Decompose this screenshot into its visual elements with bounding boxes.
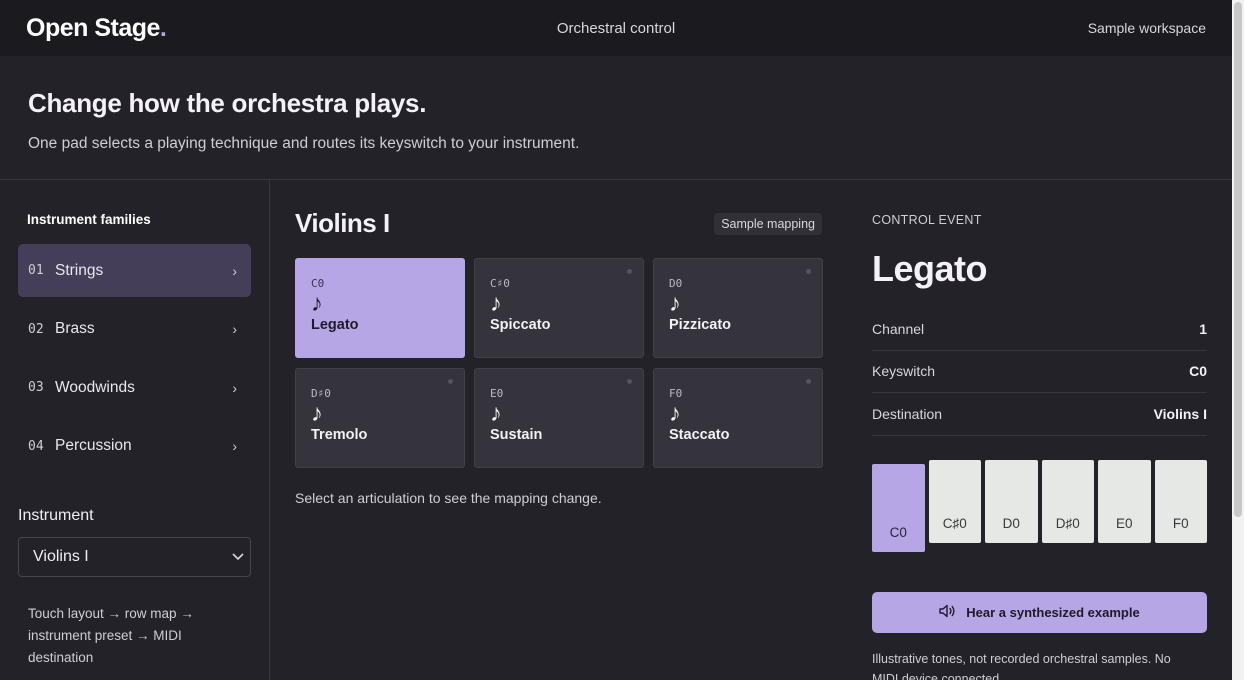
- pad-label: Spiccato: [490, 317, 551, 333]
- page-subtitle: One pad selects a playing technique and …: [28, 135, 580, 152]
- pad-label: Staccato: [669, 427, 730, 443]
- pad-keyswitch: C0: [311, 277, 325, 290]
- status-dot: [627, 269, 632, 274]
- control-event-details: Channel 1 Keyswitch C0 Destination Violi…: [872, 308, 1207, 436]
- family-label: Woodwinds: [55, 378, 135, 396]
- family-label: Brass: [55, 320, 95, 337]
- music-note-icon: ♪: [311, 400, 323, 427]
- main-content: Instrument families 01 Strings › 02 Bras…: [0, 180, 1232, 680]
- family-number: 02: [28, 321, 44, 337]
- music-note-icon: ♪: [669, 400, 681, 427]
- family-item-woodwinds[interactable]: 03 Woodwinds ›: [18, 361, 251, 414]
- hero: Change how the orchestra plays. One pad …: [0, 56, 1232, 180]
- families-heading: Instrument families: [27, 212, 151, 227]
- pad-label: Sustain: [490, 427, 543, 443]
- hear-example-button[interactable]: Hear a synthesized example: [872, 591, 1207, 633]
- pad-spiccato[interactable]: C♯0 ♪ Spiccato: [474, 258, 644, 358]
- control-event-panel: CONTROL EVENT Legato Channel 1 Keyswitch…: [830, 180, 1230, 680]
- articulation-header: Violins I Sample mapping: [295, 208, 822, 239]
- articulation-hint: Select an articulation to see the mappin…: [295, 490, 602, 506]
- music-note-icon: ♪: [311, 290, 323, 317]
- music-note-icon: ♪: [669, 290, 681, 317]
- status-dot: [806, 269, 811, 274]
- scrollbar-thumb[interactable]: [1234, 2, 1242, 517]
- family-list: 01 Strings › 02 Brass › 03 Woodwinds › 0…: [18, 244, 251, 473]
- pad-keyswitch: D0: [669, 277, 683, 290]
- pad-keyswitch: F0: [669, 387, 683, 400]
- status-dot: [806, 379, 811, 384]
- family-label: Strings: [55, 261, 104, 279]
- piano-key-e0[interactable]: E0: [1098, 459, 1151, 543]
- detail-row-keyswitch: Keyswitch C0: [872, 351, 1207, 393]
- logo[interactable]: Open Stage.: [26, 13, 167, 43]
- chevron-right-icon: ›: [232, 379, 237, 396]
- sample-mapping-badge: Sample mapping: [714, 212, 822, 235]
- pad-legato[interactable]: C0 ♪ Legato: [295, 258, 465, 358]
- music-note-icon: ♪: [490, 400, 502, 427]
- chevron-right-icon: ›: [232, 262, 237, 279]
- status-dot: [448, 379, 453, 384]
- articulation-panel: Violins I Sample mapping C0 ♪ Legato C♯0…: [270, 180, 830, 680]
- status-dot: [627, 379, 632, 384]
- piano-key-d0[interactable]: D0: [985, 459, 1038, 543]
- speaker-icon: [939, 604, 956, 621]
- instrument-title: Violins I: [295, 208, 390, 238]
- family-item-percussion[interactable]: 04 Percussion ›: [18, 420, 251, 473]
- app-section-title: Orchestral control: [556, 19, 676, 37]
- music-note-icon: ♪: [490, 290, 502, 317]
- detail-value: C0: [1189, 363, 1207, 380]
- pad-keyswitch: C♯0: [490, 277, 510, 290]
- top-bar: Open Stage. Orchestral control Sample wo…: [0, 0, 1232, 56]
- sidebar: Instrument families 01 Strings › 02 Bras…: [0, 180, 270, 680]
- family-item-brass[interactable]: 02 Brass ›: [18, 303, 251, 356]
- detail-key: Destination: [872, 405, 943, 422]
- detail-value: 1: [1199, 320, 1207, 337]
- instrument-select-value: Violins I: [33, 547, 89, 565]
- page-scrollbar[interactable]: [1232, 0, 1244, 680]
- pad-keyswitch: D♯0: [311, 387, 331, 400]
- pad-pizzicato[interactable]: D0 ♪ Pizzicato: [653, 258, 823, 358]
- control-event-title: Legato: [872, 248, 988, 289]
- pad-label: Legato: [311, 317, 359, 333]
- detail-row-channel: Channel 1: [872, 308, 1207, 351]
- pad-label: Pizzicato: [669, 317, 732, 333]
- pad-keyswitch: E0: [490, 387, 504, 400]
- chevron-down-icon: [232, 550, 244, 564]
- logo-text: Open Stage: [26, 13, 160, 42]
- pad-label: Tremolo: [311, 427, 368, 443]
- hear-example-label: Hear a synthesized example: [966, 604, 1140, 620]
- piano-key-csharp0[interactable]: C♯0: [928, 459, 981, 543]
- chevron-right-icon: ›: [232, 438, 237, 454]
- instrument-select[interactable]: Violins I: [18, 536, 251, 577]
- detail-key: Keyswitch: [872, 363, 936, 380]
- detail-value: Violins I: [1153, 405, 1207, 422]
- piano-key-f0[interactable]: F0: [1154, 459, 1207, 543]
- family-item-strings[interactable]: 01 Strings ›: [18, 244, 251, 297]
- chevron-right-icon: ›: [232, 321, 237, 337]
- control-event-label: CONTROL EVENT: [872, 213, 982, 227]
- family-number: 01: [28, 263, 44, 278]
- piano-key-dsharp0[interactable]: D♯0: [1041, 459, 1094, 543]
- workspace-label[interactable]: Sample workspace: [1088, 20, 1206, 36]
- keyboard-preview: C0 C♯0 D0 D♯0 E0 F0: [872, 459, 1207, 552]
- instrument-label: Instrument: [18, 506, 94, 524]
- articulation-pad-grid: C0 ♪ Legato C♯0 ♪ Spiccato D0 ♪ Pizzicat…: [295, 258, 825, 468]
- family-number: 03: [28, 380, 44, 395]
- family-label: Percussion: [55, 437, 132, 454]
- family-number: 04: [28, 438, 44, 454]
- detail-key: Channel: [872, 320, 925, 337]
- detail-row-destination: Destination Violins I: [872, 393, 1207, 436]
- pad-sustain[interactable]: E0 ♪ Sustain: [474, 368, 644, 468]
- page-title: Change how the orchestra plays.: [28, 88, 427, 118]
- logo-dot: .: [159, 13, 167, 42]
- pad-tremolo[interactable]: D♯0 ♪ Tremolo: [295, 368, 465, 468]
- routing-flow-text: Touch layout → row map → instrument pres…: [28, 605, 194, 665]
- disclaimer-note: Illustrative tones, not recorded orchest…: [872, 651, 1171, 680]
- page: Open Stage. Orchestral control Sample wo…: [0, 0, 1232, 680]
- piano-key-c0[interactable]: C0: [872, 463, 925, 552]
- pad-staccato[interactable]: F0 ♪ Staccato: [653, 368, 823, 468]
